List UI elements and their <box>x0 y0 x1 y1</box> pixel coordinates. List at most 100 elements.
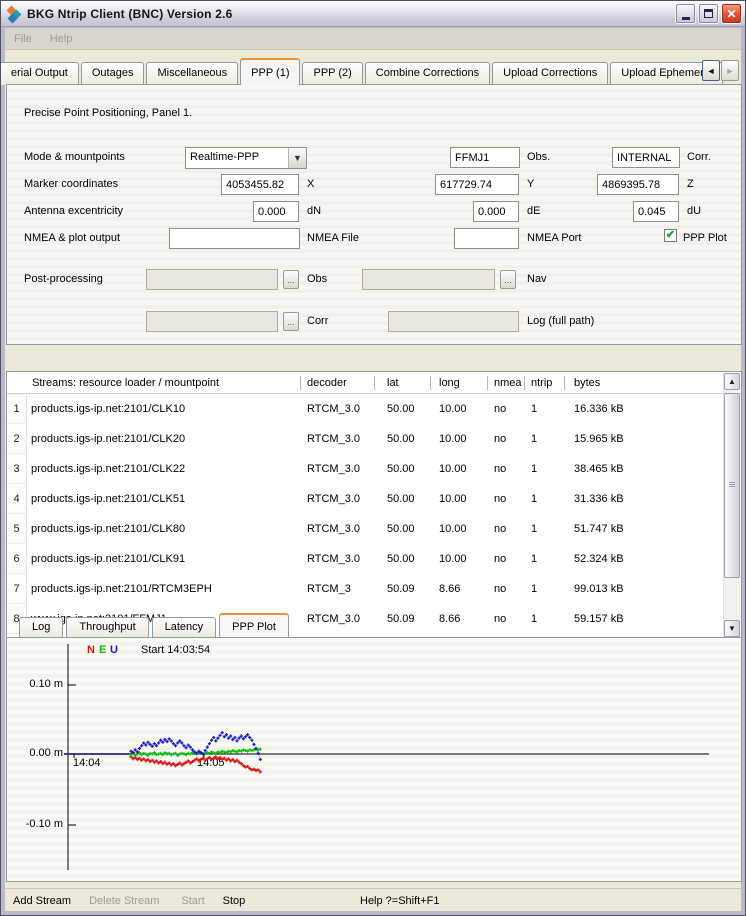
start-button[interactable]: Start <box>181 895 204 907</box>
cell: RTCM_3.0 <box>300 463 374 475</box>
cell: products.igs-ip.net:2101/CLK20 <box>27 433 300 445</box>
cell: 16.336 kB <box>564 403 724 415</box>
stop-button[interactable]: Stop <box>223 895 246 907</box>
corr-mountpoint-field[interactable]: INTERNAL <box>612 147 680 168</box>
tab-upload-corrections[interactable]: Upload Corrections <box>492 62 608 85</box>
cell: no <box>487 433 524 445</box>
cell: 1 <box>524 553 564 565</box>
top-tab-strip: erial OutputOutagesMiscellaneousPPP (1)P… <box>5 58 741 85</box>
tab-log[interactable]: Log <box>19 617 63 637</box>
mode-combobox[interactable]: Realtime-PPP ▼ <box>185 147 307 169</box>
header-long: long <box>430 372 487 394</box>
cell: products.igs-ip.net:2101/CLK80 <box>27 523 300 535</box>
nmea-port-label: NMEA Port <box>527 232 581 244</box>
ppp-plot-checkbox[interactable]: ✔ <box>664 229 677 242</box>
add-stream-button[interactable]: Add Stream <box>13 895 71 907</box>
tab-miscellaneous[interactable]: Miscellaneous <box>146 62 238 85</box>
post-obs-browse-button[interactable]: ... <box>283 270 299 289</box>
cell: 50.00 <box>374 433 430 445</box>
corr-label: Corr. <box>687 151 711 163</box>
scroll-up-icon[interactable]: ▲ <box>724 373 740 390</box>
cell: products.igs-ip.net:2101/CLK51 <box>27 493 300 505</box>
table-scrollbar[interactable]: ▲ ▼ <box>723 373 740 637</box>
scrollbar-thumb[interactable] <box>724 393 740 578</box>
ppp-plot-panel: N E U Start 14:03:54 0.10 m 0.00 m -0.10… <box>6 637 742 882</box>
stream-row-5[interactable]: 5products.igs-ip.net:2101/CLK80RTCM_3.05… <box>7 514 724 544</box>
menu-help[interactable]: Help <box>41 33 82 45</box>
close-button[interactable]: ✕ <box>721 3 742 24</box>
post-corr-browse-button[interactable]: ... <box>283 312 299 331</box>
chevron-down-icon[interactable]: ▼ <box>288 148 306 168</box>
cell: no <box>487 493 524 505</box>
streams-body: 1products.igs-ip.net:2101/CLK10RTCM_3.05… <box>7 394 724 638</box>
dn-field[interactable]: 0.000 <box>253 201 299 222</box>
client-area: erial OutputOutagesMiscellaneousPPP (1)P… <box>5 50 741 912</box>
de-label: dE <box>527 205 540 217</box>
tab-scroll-right-icon[interactable]: ► <box>721 60 739 81</box>
cell: 15.965 kB <box>564 433 724 445</box>
tab-combine-corrections[interactable]: Combine Corrections <box>365 62 490 85</box>
tab-ppp-2[interactable]: PPP (2) <box>302 62 362 85</box>
post-obs-label: Obs <box>307 273 327 285</box>
tab-erial-output[interactable]: erial Output <box>0 62 79 85</box>
nmea-port-field[interactable] <box>454 228 519 249</box>
tab-ppp-1[interactable]: PPP (1) <box>240 58 300 85</box>
header-streams: Streams: resource loader / mountpoint <box>7 372 300 394</box>
nmea-file-field[interactable] <box>169 228 300 249</box>
obs-label: Obs. <box>527 151 550 163</box>
post-obs-field[interactable] <box>146 269 278 290</box>
cell: 1 <box>524 583 564 595</box>
header-lat: lat <box>374 372 430 394</box>
scroll-down-icon[interactable]: ▼ <box>724 620 740 637</box>
stream-row-7[interactable]: 7products.igs-ip.net:2101/RTCM3EPHRTCM_3… <box>7 574 724 604</box>
tab-latency[interactable]: Latency <box>152 617 217 637</box>
obs-mountpoint-field[interactable]: FFMJ1 <box>450 147 520 168</box>
stream-row-2[interactable]: 2products.igs-ip.net:2101/CLK20RTCM_3.05… <box>7 424 724 454</box>
minimize-button[interactable] <box>675 3 696 24</box>
cell: no <box>487 463 524 475</box>
row-number: 7 <box>7 574 27 604</box>
cell: products.igs-ip.net:2101/CLK10 <box>27 403 300 415</box>
tab-scroll-left-icon[interactable]: ◄ <box>702 60 720 81</box>
y-label: Y <box>527 178 534 190</box>
cell: products.igs-ip.net:2101/RTCM3EPH <box>27 583 300 595</box>
stream-row-4[interactable]: 4products.igs-ip.net:2101/CLK51RTCM_3.05… <box>7 484 724 514</box>
cell: 50.00 <box>374 553 430 565</box>
x-coordinate-field[interactable]: 4053455.82 <box>221 174 299 195</box>
post-log-field[interactable] <box>388 311 519 332</box>
post-nav-field[interactable] <box>362 269 495 290</box>
cell: 50.00 <box>374 403 430 415</box>
cell: 10.00 <box>430 553 487 565</box>
stream-row-1[interactable]: 1products.igs-ip.net:2101/CLK10RTCM_3.05… <box>7 394 724 424</box>
cell: 38.465 kB <box>564 463 724 475</box>
cell: no <box>487 583 524 595</box>
cell: no <box>487 553 524 565</box>
row-number: 2 <box>7 424 27 454</box>
cell: RTCM_3.0 <box>300 613 374 625</box>
delete-stream-button[interactable]: Delete Stream <box>89 895 159 907</box>
cell: RTCM_3.0 <box>300 433 374 445</box>
tab-ppp-plot[interactable]: PPP Plot <box>219 613 289 637</box>
cell: 8.66 <box>430 583 487 595</box>
menu-file[interactable]: File <box>5 33 41 45</box>
tab-outages[interactable]: Outages <box>81 62 145 85</box>
maximize-button[interactable] <box>698 3 719 24</box>
cell: 1 <box>524 613 564 625</box>
z-coordinate-field[interactable]: 4869395.78 <box>597 174 679 195</box>
tab-throughput[interactable]: Throughput <box>66 617 148 637</box>
cell: 31.336 kB <box>564 493 724 505</box>
help-shortcut-text: Help ?=Shift+F1 <box>360 895 440 907</box>
post-nav-browse-button[interactable]: ... <box>500 270 516 289</box>
cell: no <box>487 613 524 625</box>
stream-row-6[interactable]: 6products.igs-ip.net:2101/CLK91RTCM_3.05… <box>7 544 724 574</box>
header-decoder: decoder <box>300 372 374 394</box>
de-field[interactable]: 0.000 <box>473 201 519 222</box>
y-coordinate-field[interactable]: 617729.74 <box>435 174 519 195</box>
du-field[interactable]: 0.045 <box>633 201 679 222</box>
stream-row-3[interactable]: 3products.igs-ip.net:2101/CLK22RTCM_3.05… <box>7 454 724 484</box>
post-corr-field[interactable] <box>146 311 278 332</box>
cell: 1 <box>524 433 564 445</box>
cell: RTCM_3.0 <box>300 553 374 565</box>
cell: 50.00 <box>374 523 430 535</box>
cell: no <box>487 523 524 535</box>
